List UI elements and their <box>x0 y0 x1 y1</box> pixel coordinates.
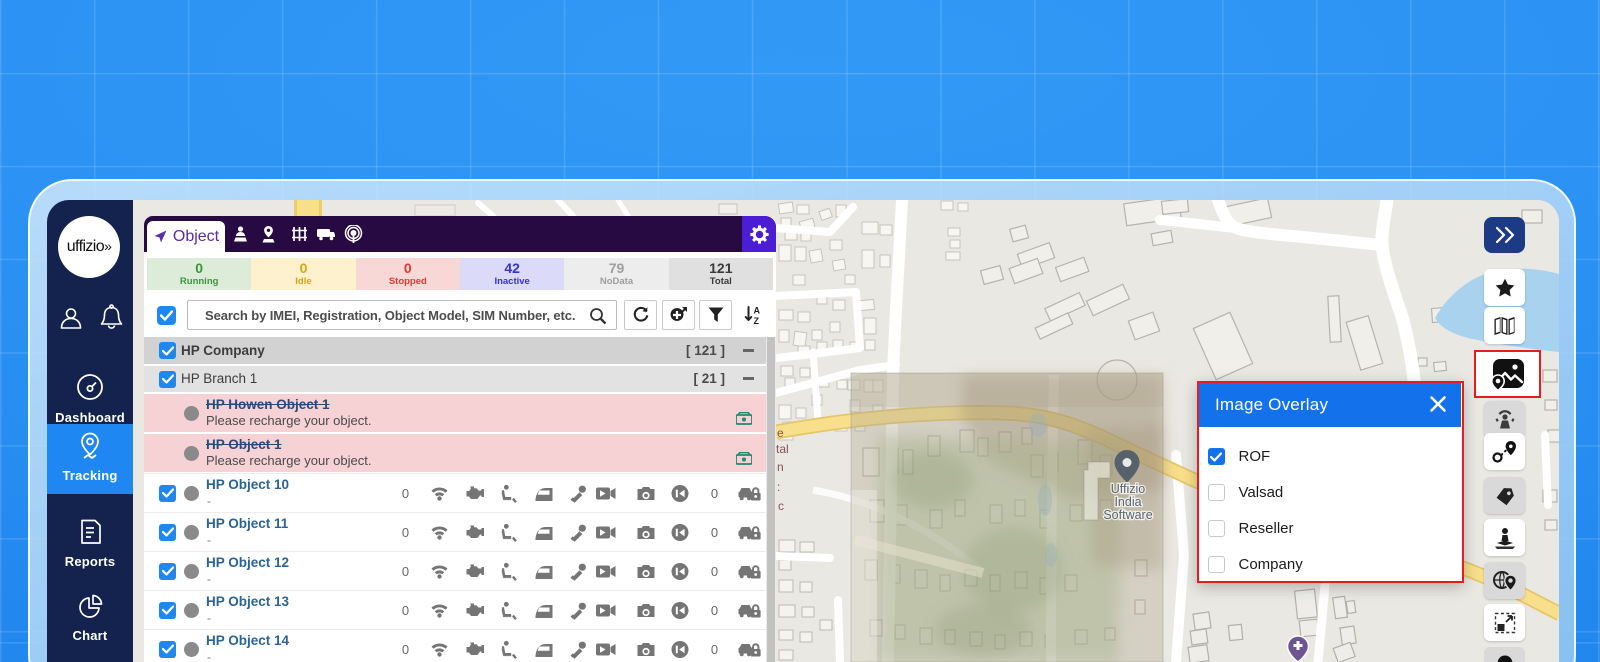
svg-text:Uffizio: Uffizio <box>1111 482 1146 496</box>
svg-text:c: c <box>778 499 784 513</box>
svg-text:India: India <box>1114 495 1141 509</box>
svg-text:e: e <box>777 426 784 440</box>
svg-text::: : <box>777 480 780 494</box>
svg-text:tal: tal <box>776 442 789 456</box>
svg-text:A: A <box>753 306 760 316</box>
svg-text:Z: Z <box>753 316 759 325</box>
svg-text:Software: Software <box>1103 508 1152 522</box>
svg-text:n: n <box>777 460 784 474</box>
